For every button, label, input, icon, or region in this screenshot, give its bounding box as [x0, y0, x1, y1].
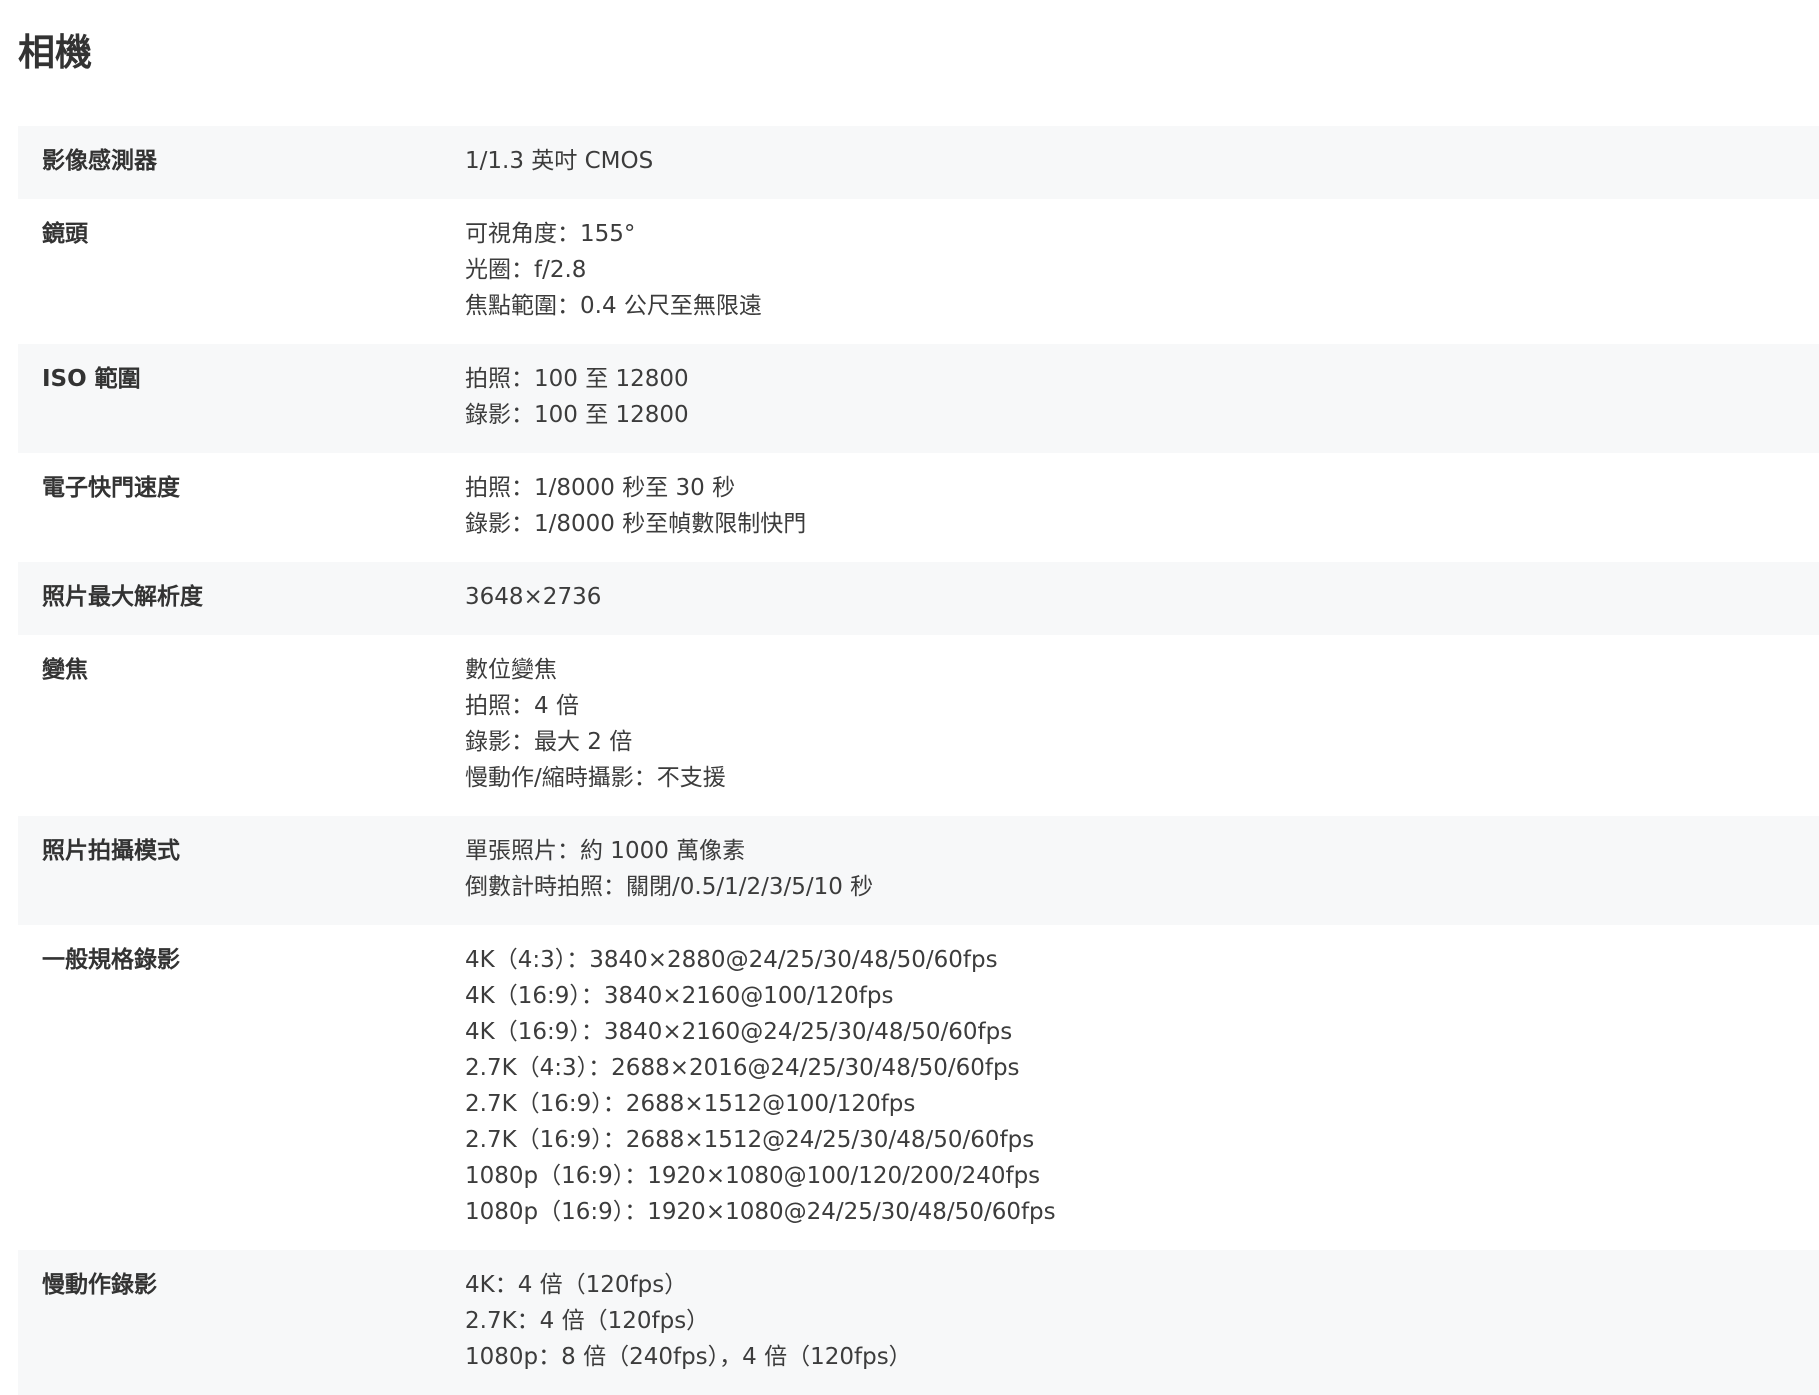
spec-row: 影像感測器 1/1.3 英吋 CMOS: [18, 126, 1819, 199]
spec-label: 變焦: [42, 657, 88, 683]
spec-value-line: 4K：4 倍（120fps）: [465, 1272, 688, 1298]
spec-values: 1/1.3 英吋 CMOS: [465, 143, 1819, 179]
spec-value-line: 單張照片：約 1000 萬像素: [465, 838, 746, 864]
spec-value-line: 4K（16:9）：3840×2160@100/120fps: [465, 983, 894, 1009]
section-title: 相機: [18, 31, 92, 74]
spec-label: 照片拍攝模式: [42, 838, 180, 864]
spec-value-line: 焦點範圍：0.4 公尺至無限遠: [465, 293, 762, 319]
spec-row: 一般規格錄影 4K（4:3）：3840×2880@24/25/30/48/50/6…: [18, 925, 1819, 1250]
spec-value-line: 2.7K（16:9）：2688×1512@100/120fps: [465, 1091, 916, 1117]
spec-values: 3648×2736: [465, 579, 1819, 615]
spec-value-line: 拍照：1/8000 秒至 30 秒: [465, 475, 736, 501]
spec-table: 影像感測器 1/1.3 英吋 CMOS 鏡頭 可視角度：155° 光圈：f/2.8 焦點範…: [18, 126, 1819, 1395]
spec-value-line: 慢動作/縮時攝影：不支援: [465, 765, 726, 791]
spec-label: 一般規格錄影: [42, 947, 180, 973]
spec-row: 電子快門速度 拍照：1/8000 秒至 30 秒錄影：1/8000 秒至幀數限制快…: [18, 453, 1819, 562]
spec-value-line: 數位變焦: [465, 657, 557, 683]
spec-value-line: 3648×2736: [465, 584, 602, 610]
spec-value-line: 4K（16:9）：3840×2160@24/25/30/48/50/60fps: [465, 1019, 1013, 1045]
spec-values: 4K（4:3）：3840×2880@24/25/30/48/50/60fps 4K…: [465, 942, 1819, 1230]
spec-value-line: 1080p（16:9）：1920×1080@24/25/30/48/50/60f…: [465, 1199, 1056, 1225]
spec-values: 拍照：1/8000 秒至 30 秒錄影：1/8000 秒至幀數限制快門: [465, 470, 1819, 542]
spec-value-line: 拍照：4 倍: [465, 693, 579, 719]
spec-row: 慢動作錄影 4K：4 倍（120fps） 2.7K：4 倍（120fps） 1080p…: [18, 1250, 1819, 1395]
spec-value-line: 錄影：1/8000 秒至幀數限制快門: [465, 511, 807, 537]
spec-values: 可視角度：155° 光圈：f/2.8 焦點範圍：0.4 公尺至無限遠: [465, 216, 1819, 324]
spec-values: 4K：4 倍（120fps） 2.7K：4 倍（120fps） 1080p：8 倍（…: [465, 1267, 1819, 1375]
spec-value-line: 2.7K（16:9）：2688×1512@24/25/30/48/50/60fp…: [465, 1127, 1035, 1153]
spec-label: 慢動作錄影: [42, 1272, 157, 1298]
spec-values: 拍照：100 至 12800 錄影：100 至 12800: [465, 361, 1819, 433]
spec-value-line: 拍照：100 至 12800: [465, 366, 689, 392]
spec-value-line: 錄影：最大 2 倍: [465, 729, 633, 755]
spec-value-line: 1080p（16:9）：1920×1080@100/120/200/240fps: [465, 1163, 1041, 1189]
spec-page: 相機 影像感測器 1/1.3 英吋 CMOS 鏡頭 可視角度：155° 光圈：f/2.8…: [0, 0, 1819, 1395]
spec-row: 鏡頭 可視角度：155° 光圈：f/2.8 焦點範圍：0.4 公尺至無限遠: [18, 199, 1819, 344]
spec-value-line: 倒數計時拍照：關閉/0.5/1/2/3/5/10 秒: [465, 874, 874, 900]
spec-row: 照片最大解析度 3648×2736: [18, 562, 1819, 635]
spec-value-line: 可視角度：155°: [465, 221, 636, 247]
spec-values: 單張照片：約 1000 萬像素倒數計時拍照：關閉/0.5/1/2/3/5/10 …: [465, 833, 1819, 905]
spec-label: 照片最大解析度: [42, 584, 203, 610]
spec-value-line: 2.7K（4:3）：2688×2016@24/25/30/48/50/60fps: [465, 1055, 1020, 1081]
spec-row: ISO 範圍 拍照：100 至 12800 錄影：100 至 12800: [18, 344, 1819, 453]
spec-row: 變焦 數位變焦拍照：4 倍錄影：最大 2 倍慢動作/縮時攝影：不支援: [18, 635, 1819, 816]
spec-value-line: 2.7K：4 倍（120fps）: [465, 1308, 710, 1334]
spec-label: ISO 範圍: [42, 366, 141, 392]
spec-value-line: 錄影：100 至 12800: [465, 402, 689, 428]
spec-value-line: 1/1.3 英吋 CMOS: [465, 148, 654, 174]
spec-label: 影像感測器: [42, 148, 157, 174]
spec-row: 照片拍攝模式 單張照片：約 1000 萬像素倒數計時拍照：關閉/0.5/1/2/3…: [18, 816, 1819, 925]
spec-value-line: 4K（4:3）：3840×2880@24/25/30/48/50/60fps: [465, 947, 998, 973]
spec-value-line: 光圈：f/2.8: [465, 257, 587, 283]
spec-value-line: 1080p：8 倍（240fps），4 倍（120fps）: [465, 1344, 912, 1370]
spec-label: 電子快門速度: [42, 475, 180, 501]
spec-values: 數位變焦拍照：4 倍錄影：最大 2 倍慢動作/縮時攝影：不支援: [465, 652, 1819, 796]
spec-label: 鏡頭: [42, 221, 88, 247]
